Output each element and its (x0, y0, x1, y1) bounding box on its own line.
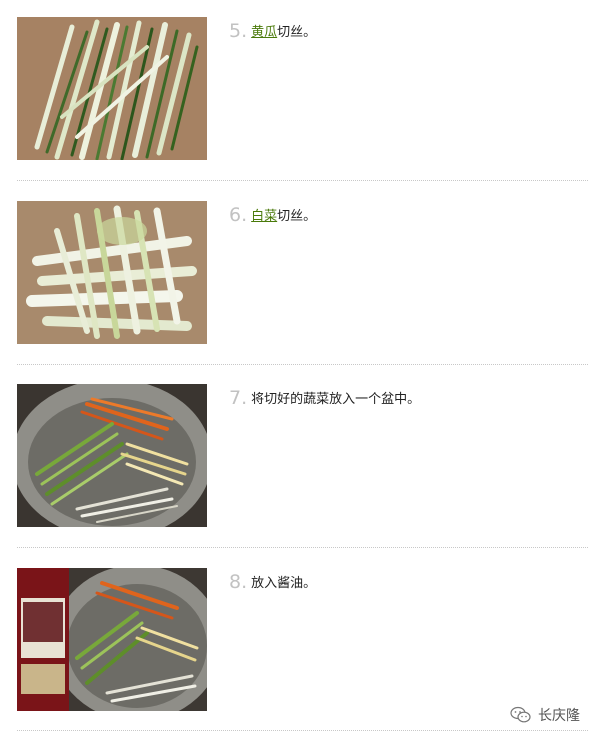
step-divider (17, 547, 588, 548)
cucumber-shreds-image (17, 17, 207, 160)
step-number: 8. (229, 571, 248, 593)
recipe-step-8: 8. 放入酱油。 (17, 568, 588, 751)
step-5-photo-cucumber[interactable] (17, 17, 207, 160)
vegetables-in-bowl-image (17, 384, 207, 527)
step-6-photo-cabbage[interactable] (17, 201, 207, 344)
cabbage-shreds-image (17, 201, 207, 344)
step-number: 7. (229, 387, 248, 409)
ingredient-link-cabbage[interactable]: 白菜 (251, 209, 277, 224)
step-6-text: 6. 白菜切丝。 (229, 203, 316, 229)
step-divider (17, 180, 588, 181)
step-8-photo-soy-sauce[interactable] (17, 568, 207, 711)
step-instruction: 将切好的蔬菜放入一个盆中。 (251, 392, 421, 407)
soy-sauce-and-bowl-image (17, 568, 207, 711)
ingredient-link-cucumber[interactable]: 黄瓜 (251, 25, 277, 40)
step-instruction: 切丝。 (277, 25, 317, 40)
step-7-photo-bowl[interactable] (17, 384, 207, 527)
step-8-text: 8. 放入酱油。 (229, 570, 316, 596)
step-instruction: 放入酱油。 (251, 576, 317, 591)
step-number: 5. (229, 20, 248, 42)
account-name: 长庆隆 (538, 708, 580, 724)
step-divider (17, 730, 588, 731)
step-7-text: 7. 将切好的蔬菜放入一个盆中。 (229, 386, 420, 412)
wechat-icon (510, 706, 531, 723)
step-instruction: 切丝。 (277, 209, 317, 224)
step-5-text: 5. 黄瓜切丝。 (229, 19, 316, 45)
account-watermark: 长庆隆 (510, 705, 580, 725)
recipe-step-7: 7. 将切好的蔬菜放入一个盆中。 (17, 384, 588, 567)
recipe-step-6: 6. 白菜切丝。 (17, 201, 588, 384)
step-divider (17, 364, 588, 365)
recipe-step-5: 5. 黄瓜切丝。 (17, 17, 588, 200)
step-number: 6. (229, 204, 248, 226)
